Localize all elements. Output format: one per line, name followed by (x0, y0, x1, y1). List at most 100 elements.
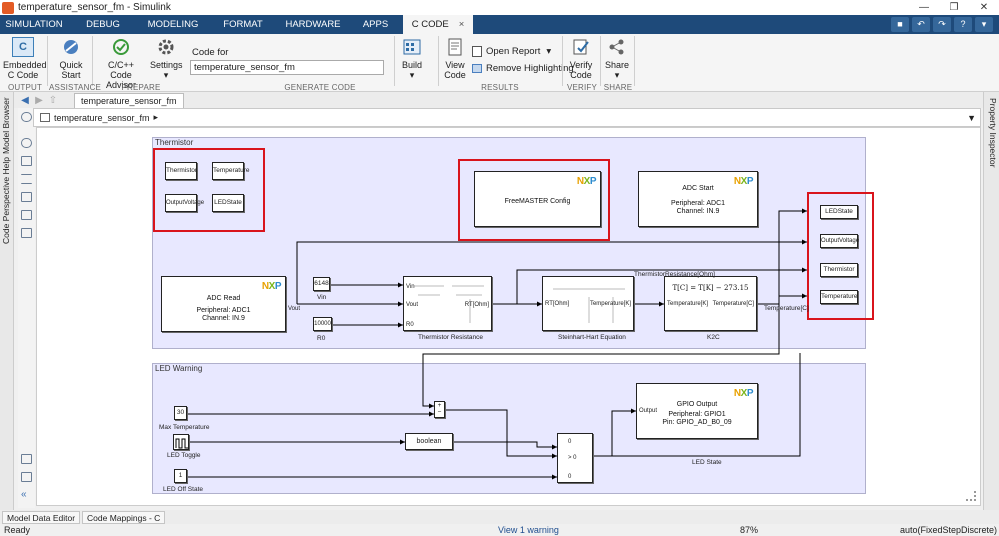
model-canvas[interactable]: Thermistor LED Warning Thermistor Temper… (36, 127, 981, 506)
thermistor-in-vout: Vout (406, 302, 419, 308)
remove-highlighting-button[interactable]: Remove Highlighting (472, 63, 574, 74)
path-chevron-icon: ▸ (153, 112, 159, 122)
tab-close-icon[interactable]: × (459, 19, 465, 30)
share-dropdown-icon: ▾ (614, 70, 620, 80)
quick-access-toolbar: ■ ↶ ↷ ? ▾ (891, 17, 993, 32)
gpio-output-pin: Pin: GPIO_AD_B0_09 (662, 419, 732, 426)
maximize-icon[interactable]: ❐ (939, 0, 969, 15)
view-warnings-link[interactable]: View 1 warning (498, 524, 559, 536)
share-button[interactable]: Share ▾ (604, 37, 630, 80)
steinhart-out-temp-k: Temperature[K] (589, 301, 631, 307)
tab-simulation[interactable]: SIMULATION (0, 15, 68, 34)
up-arrow-icon[interactable]: ⇧ (46, 95, 60, 106)
save-icon[interactable]: ■ (891, 17, 909, 32)
redo-icon[interactable]: ↷ (933, 17, 951, 32)
vin-constant-block[interactable]: 6148 (313, 277, 330, 291)
help-icon[interactable]: ? (954, 17, 972, 32)
code-mappings-tab[interactable]: Code Mappings - C (82, 510, 166, 524)
screenshot-icon[interactable] (21, 454, 32, 464)
share-icon (606, 37, 628, 57)
zoom-icon[interactable] (21, 138, 32, 148)
tab-debug[interactable]: DEBUG (68, 15, 138, 34)
view-code-label: View Code (444, 60, 466, 80)
thermistor-out-rt: RT[Ohm] (464, 302, 489, 308)
view-code-button[interactable]: View Code (442, 37, 468, 80)
tab-modeling[interactable]: MODELING (138, 15, 208, 34)
max-temperature-constant[interactable]: 30 (174, 406, 187, 420)
area-icon[interactable] (21, 228, 32, 238)
pulse-icon (175, 438, 188, 449)
gpio-output-block[interactable]: NXP GPIO Output Peripheral: GPIO1 Pin: G… (636, 383, 758, 439)
embedded-c-code-button[interactable]: C Embedded C Code (3, 37, 47, 80)
open-report-button[interactable]: Open Report ▾ (472, 46, 551, 57)
tab-hardware[interactable]: HARDWARE (278, 15, 348, 34)
k2c-block[interactable]: T[C] = T[K] − 273.15 Temperature[K] Temp… (664, 276, 757, 331)
verify-code-label: Verify Code (569, 60, 593, 80)
model-path-text: temperature_sensor_fm (54, 112, 150, 123)
undo-icon[interactable]: ↶ (912, 17, 930, 32)
arrows-icon[interactable] (21, 174, 32, 184)
solver-status[interactable]: auto(FixedStepDiscrete) (900, 524, 997, 536)
minimize-icon[interactable]: — (909, 0, 939, 15)
led-toggle-label: LED Toggle (167, 452, 201, 459)
canvas-toolstrip: « (18, 108, 35, 508)
verify-icon (570, 37, 592, 57)
property-inspector-tab[interactable]: Property Inspector (986, 98, 998, 167)
model-explorer-icon[interactable] (21, 472, 32, 482)
report-icon (472, 46, 482, 57)
embedded-c-icon: C (12, 37, 34, 57)
sum-block[interactable]: + − (434, 401, 445, 418)
group-output: OUTPUT (7, 83, 43, 92)
right-side-panel: Property Inspector (983, 92, 999, 510)
forward-arrow-icon[interactable]: ▶ (32, 95, 46, 106)
hide-browser-icon[interactable] (21, 112, 32, 122)
group-share: SHARE (603, 83, 633, 92)
boolean-conversion-block[interactable]: boolean (405, 433, 453, 450)
adc-start-block[interactable]: NXP ADC Start Peripheral: ADC1 Channel: … (638, 171, 758, 227)
back-arrow-icon[interactable]: ◀ (18, 95, 32, 106)
led-toggle-block[interactable] (173, 434, 189, 450)
model-data-editor-tab[interactable]: Model Data Editor (2, 510, 81, 524)
collapse-ribbon-icon[interactable]: ▾ (975, 17, 993, 32)
code-perspective-help-tab[interactable]: Code Perspective Help (1, 157, 13, 244)
sum-minus-sign: − (437, 409, 442, 416)
navigation-bar: ◀ ▶ ⇧ temperature_sensor_fm (0, 92, 983, 108)
embedded-c-code-label: Embedded C Code (3, 60, 47, 80)
switch-in-bottom: 0 (568, 474, 572, 480)
quick-start-icon (60, 37, 82, 57)
image-icon[interactable] (21, 210, 32, 220)
wire-label-led-state: LED State (692, 459, 722, 466)
model-tab[interactable]: temperature_sensor_fm (74, 92, 184, 108)
nxp-logo: NXP (261, 281, 282, 292)
code-for-input[interactable]: temperature_sensor_fm (190, 60, 384, 75)
zoom-level: 87% (740, 525, 759, 535)
path-dropdown-icon[interactable]: ▼ (967, 113, 976, 123)
collapse-icon[interactable]: « (21, 490, 32, 500)
fit-view-icon[interactable] (21, 156, 32, 166)
k2c-in-temp-k: Temperature[K] (667, 301, 709, 307)
quick-start-button[interactable]: Quick Start (54, 37, 88, 80)
tab-c-code-label: C CODE (411, 19, 449, 30)
group-verify: VERIFY (566, 83, 598, 92)
gear-icon (155, 37, 177, 57)
adc-read-channel: Channel: IN.9 (202, 315, 245, 322)
annotation-icon[interactable] (21, 192, 32, 202)
steinhart-hart-block[interactable]: RT[Ohm] Temperature[K] (542, 276, 634, 331)
settings-button[interactable]: Settings ▾ (150, 37, 183, 80)
adc-read-title: ADC Read (206, 295, 241, 302)
bottom-tabs: Model Data Editor Code Mappings - C (0, 510, 999, 524)
model-browser-tab[interactable]: Model Browser (1, 97, 13, 154)
thermistor-resistance-block[interactable]: Vin Vout R0 RT[Ohm] (403, 276, 492, 331)
build-button[interactable]: Build ▾ (398, 37, 426, 80)
resize-grip-icon[interactable] (966, 491, 976, 501)
tab-c-code[interactable]: C CODE × (403, 15, 473, 34)
tab-format[interactable]: FORMAT (208, 15, 278, 34)
close-icon[interactable]: ✕ (969, 0, 999, 15)
adc-read-block[interactable]: NXP ADC Read Peripheral: ADC1 Channel: I… (161, 276, 286, 332)
led-off-constant[interactable]: 1 (174, 469, 187, 483)
model-path-bar[interactable]: temperature_sensor_fm ▸ ▼ (33, 108, 981, 127)
verify-code-button[interactable]: Verify Code (566, 37, 596, 80)
r0-constant-block[interactable]: 10000 (313, 317, 332, 331)
led-switch-block[interactable]: 0 > 0 0 (557, 433, 593, 483)
tab-apps[interactable]: APPS (348, 15, 403, 34)
